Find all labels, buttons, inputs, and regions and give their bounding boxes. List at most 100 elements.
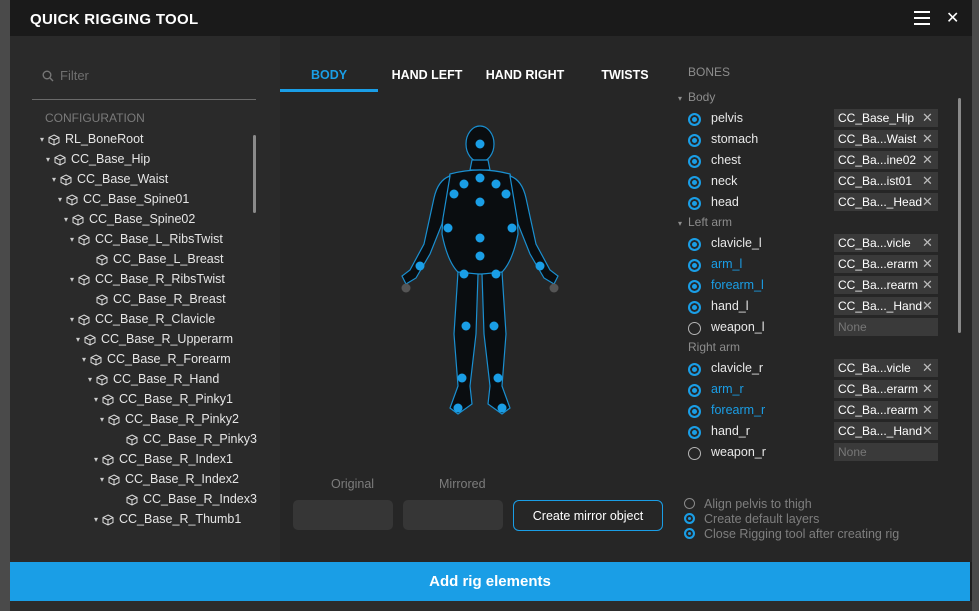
tree-item[interactable]: ▾ CC_Base_R_Hand (88, 372, 219, 392)
tree-item[interactable]: ▾ CC_Base_Hip (46, 152, 150, 172)
bone-group-title[interactable]: ▾ Body (678, 90, 715, 104)
tab-hand-left[interactable]: HAND LEFT (378, 68, 476, 82)
bone-cube-icon (96, 294, 108, 306)
mirrored-label: Mirrored (439, 477, 486, 491)
option-item[interactable]: Create default layers (684, 512, 819, 526)
expand-arrow-icon[interactable]: ▾ (88, 375, 96, 384)
tree-item[interactable]: ▾ CC_Base_R_Index2 (100, 472, 239, 492)
tree-item[interactable]: ▾ CC_Base_R_Upperarm (76, 332, 233, 352)
expand-arrow-icon[interactable]: ▾ (82, 355, 90, 364)
bone-radio[interactable] (688, 280, 701, 293)
tree-scrollbar[interactable] (253, 135, 256, 213)
clear-icon[interactable]: ✕ (922, 256, 933, 272)
expand-arrow-icon[interactable]: ▾ (94, 455, 102, 464)
bone-radio[interactable] (688, 197, 701, 210)
bone-name: weapon_l (711, 320, 765, 334)
tree-item[interactable]: CC_Base_L_Breast (88, 252, 223, 272)
tree-item[interactable]: ▾ CC_Base_R_Pinky1 (94, 392, 233, 412)
bone-group-title[interactable]: ▾ Left arm (678, 215, 732, 229)
filter-input[interactable] (60, 68, 240, 83)
group-arrow-icon[interactable]: ▾ (678, 219, 688, 228)
tree-item[interactable]: ▾ CC_Base_Spine01 (58, 192, 189, 212)
expand-arrow-icon[interactable]: ▾ (58, 195, 66, 204)
tree-item[interactable]: ▾ CC_Base_L_RibsTwist (70, 232, 223, 252)
option-radio[interactable] (684, 528, 695, 539)
bone-radio[interactable] (688, 322, 701, 335)
expand-arrow-icon[interactable]: ▾ (70, 315, 78, 324)
bones-scrollbar[interactable] (958, 98, 961, 333)
tree-item[interactable]: ▾ CC_Base_R_RibsTwist (70, 272, 225, 292)
bone-radio[interactable] (688, 238, 701, 251)
option-item[interactable]: Align pelvis to thigh (684, 497, 812, 511)
expand-arrow-icon[interactable]: ▾ (40, 135, 48, 144)
viewport-panel: BODY HAND LEFT HAND RIGHT TWISTS Origina… (280, 36, 676, 562)
bone-radio[interactable] (688, 155, 701, 168)
bone-radio[interactable] (688, 384, 701, 397)
tree-item[interactable]: CC_Base_R_Pinky3 (118, 432, 257, 452)
option-item[interactable]: Close Rigging tool after creating rig (684, 527, 899, 541)
option-radio[interactable] (684, 498, 695, 509)
expand-arrow-icon[interactable]: ▾ (52, 175, 60, 184)
clear-icon[interactable]: ✕ (922, 360, 933, 376)
tree-item[interactable]: ▾ CC_Base_Spine02 (64, 212, 195, 232)
bone-radio[interactable] (688, 113, 701, 126)
rigging-window: QUICK RIGGING TOOL ✕ CONFIGURATION ▾ RL_B… (10, 0, 972, 611)
clear-icon[interactable]: ✕ (922, 173, 933, 189)
clear-icon[interactable]: ✕ (922, 298, 933, 314)
clear-icon[interactable]: ✕ (922, 131, 933, 147)
expand-arrow-icon[interactable]: ▾ (76, 335, 84, 344)
expand-arrow-icon[interactable]: ▾ (100, 475, 108, 484)
clear-icon[interactable]: ✕ (922, 402, 933, 418)
bone-radio[interactable] (688, 301, 701, 314)
bone-cube-icon (102, 514, 114, 526)
tree-item[interactable]: ▾ RL_BoneRoot (40, 132, 144, 152)
tab-twists[interactable]: TWISTS (576, 68, 674, 82)
tree-item[interactable]: ▾ CC_Base_R_Index1 (94, 452, 233, 472)
bone-target-field[interactable]: None (834, 443, 938, 461)
bone-radio[interactable] (688, 426, 701, 439)
tree-item[interactable]: ▾ CC_Base_R_Pinky2 (100, 412, 239, 432)
expand-arrow-icon[interactable]: ▾ (46, 155, 54, 164)
bone-radio[interactable] (688, 176, 701, 189)
clear-icon[interactable]: ✕ (922, 381, 933, 397)
bone-radio[interactable] (688, 259, 701, 272)
close-icon[interactable]: ✕ (946, 8, 959, 28)
option-radio[interactable] (684, 513, 695, 524)
expand-arrow-icon[interactable]: ▾ (64, 215, 72, 224)
tree-item[interactable]: CC_Base_R_Index3 (118, 492, 257, 512)
tree-item[interactable]: ▾ CC_Base_R_Clavicle (70, 312, 215, 332)
tree-item-label: RL_BoneRoot (65, 132, 144, 146)
tree-item[interactable]: ▾ CC_Base_R_Forearm (82, 352, 231, 372)
original-field[interactable] (293, 500, 393, 530)
expand-arrow-icon[interactable]: ▾ (100, 415, 108, 424)
title-bar: QUICK RIGGING TOOL ✕ (10, 0, 972, 36)
clear-icon[interactable]: ✕ (922, 110, 933, 126)
bone-target-field[interactable]: None (834, 318, 938, 336)
clear-icon[interactable]: ✕ (922, 423, 933, 439)
tree-item-label: CC_Base_L_Breast (113, 252, 224, 266)
expand-arrow-icon[interactable]: ▾ (94, 515, 102, 524)
bone-radio[interactable] (688, 363, 701, 376)
tree-item[interactable]: CC_Base_R_Breast (88, 292, 226, 312)
add-rig-elements-button[interactable]: Add rig elements (10, 562, 970, 601)
hamburger-menu-icon[interactable] (914, 11, 930, 25)
expand-arrow-icon[interactable]: ▾ (70, 275, 78, 284)
clear-icon[interactable]: ✕ (922, 194, 933, 210)
tree-item[interactable]: ▾ CC_Base_Waist (52, 172, 168, 192)
bone-group-title[interactable]: Right arm (678, 340, 740, 354)
bone-cube-icon (78, 274, 90, 286)
clear-icon[interactable]: ✕ (922, 152, 933, 168)
tab-hand-right[interactable]: HAND RIGHT (476, 68, 574, 82)
bone-radio[interactable] (688, 405, 701, 418)
mirrored-field[interactable] (403, 500, 503, 530)
group-arrow-icon[interactable]: ▾ (678, 94, 688, 103)
clear-icon[interactable]: ✕ (922, 277, 933, 293)
tree-item[interactable]: ▾ CC_Base_R_Thumb1 (94, 512, 241, 532)
create-mirror-object-button[interactable]: Create mirror object (513, 500, 663, 531)
expand-arrow-icon[interactable]: ▾ (94, 395, 102, 404)
bone-radio[interactable] (688, 447, 701, 460)
bone-radio[interactable] (688, 134, 701, 147)
clear-icon[interactable]: ✕ (922, 235, 933, 251)
tab-body[interactable]: BODY (280, 68, 378, 82)
expand-arrow-icon[interactable]: ▾ (70, 235, 78, 244)
